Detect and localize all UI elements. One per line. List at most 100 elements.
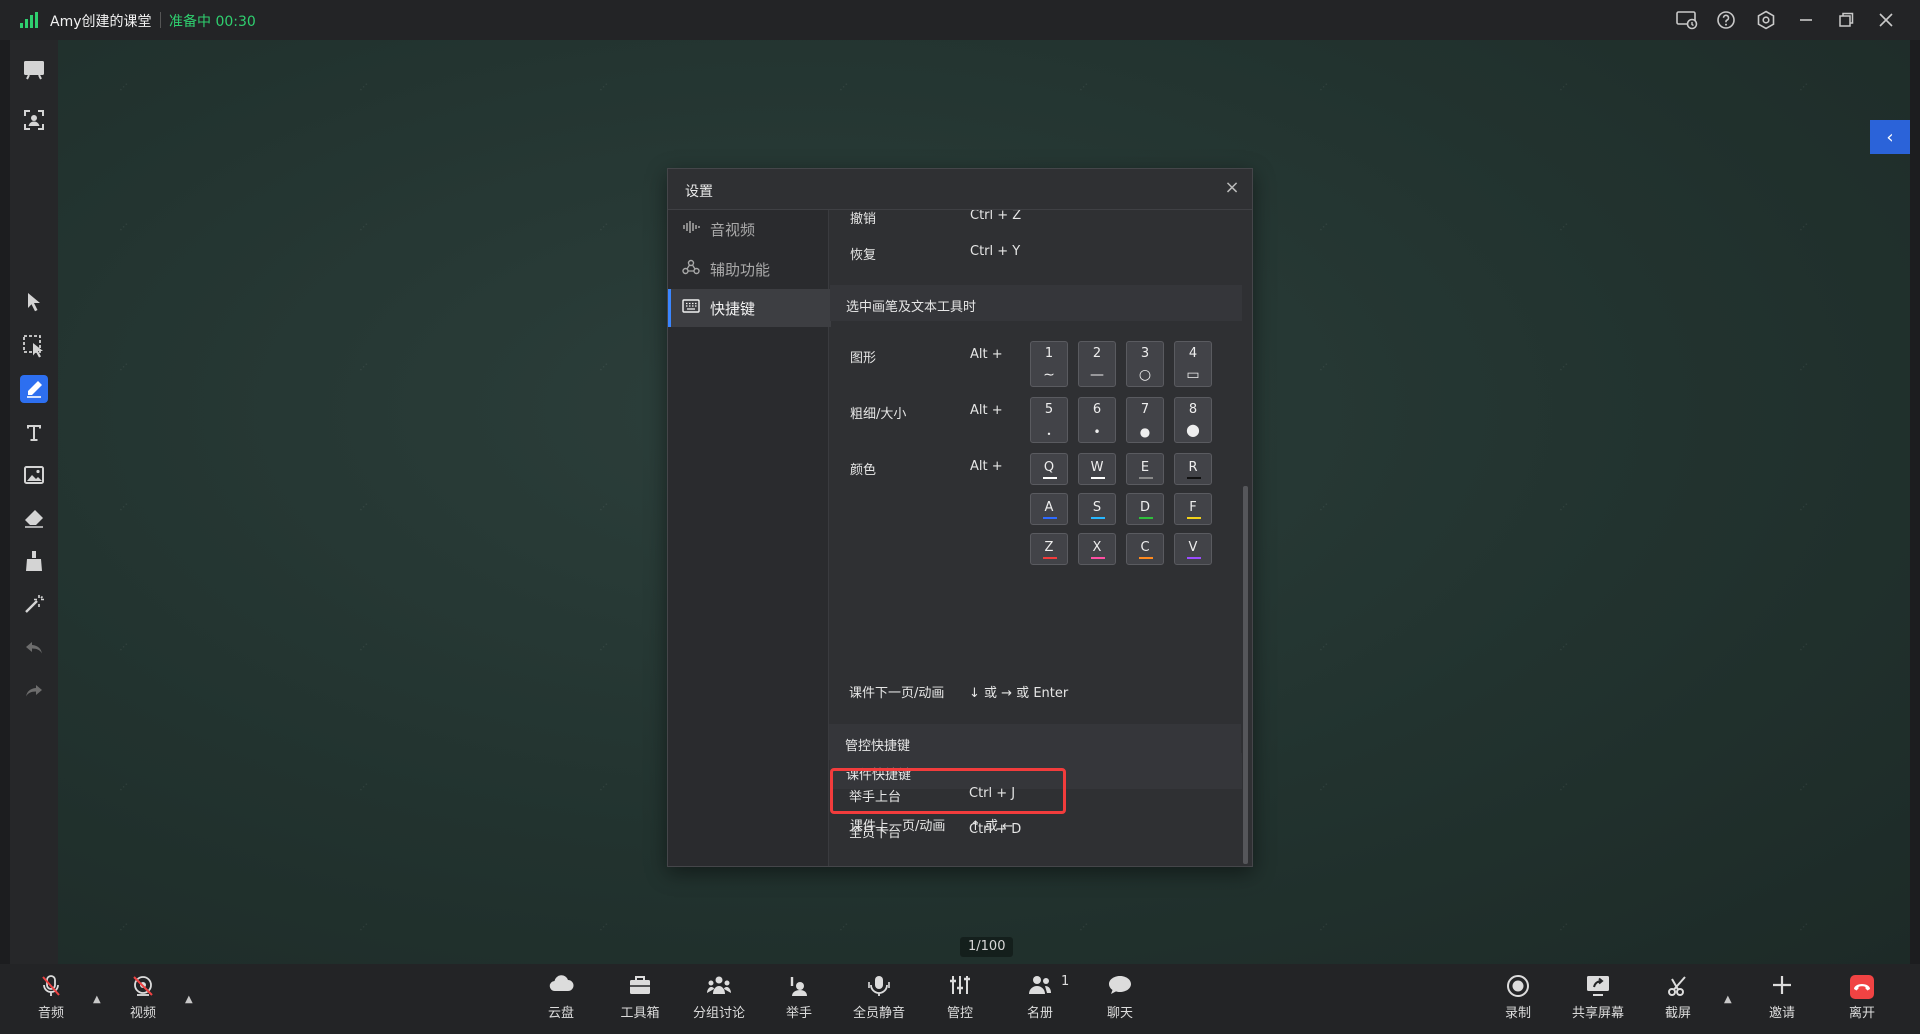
toolbox-icon: [605, 974, 675, 1000]
record-icon: [1483, 974, 1553, 1000]
color-key-d: D: [1126, 493, 1164, 525]
pen-icon[interactable]: [20, 375, 48, 403]
network-signal-icon: [20, 12, 40, 28]
nav-item-accessibility[interactable]: 辅助功能: [668, 250, 828, 288]
toolbox-button[interactable]: 工具箱: [605, 974, 675, 1026]
nav-item-label: 音视频: [710, 220, 756, 239]
button-label: 录制: [1504, 1006, 1531, 1021]
cloud-button[interactable]: 云盘: [526, 974, 596, 1026]
watermark-text: ···: [1794, 778, 1813, 796]
watermark-text: ···: [114, 638, 133, 656]
breakout-button[interactable]: 分组讨论: [684, 974, 754, 1026]
title-bar: Amy创建的课堂 准备中 00:30: [0, 0, 1920, 40]
size-key-8: 8 ●: [1174, 397, 1212, 443]
watermark-text: ···: [1794, 218, 1813, 236]
watermark-text: ···: [834, 78, 853, 96]
select-icon[interactable]: [20, 288, 48, 316]
minimize-icon[interactable]: [1796, 10, 1816, 30]
close-icon[interactable]: ×: [1222, 178, 1242, 198]
watermark-text: ···: [1314, 778, 1333, 796]
button-label: 离开: [1848, 1006, 1875, 1021]
watermark-text: ···: [354, 638, 373, 656]
invite-button[interactable]: 邀请: [1747, 974, 1817, 1026]
control-button[interactable]: 管控: [925, 974, 995, 1026]
nav-item-audio-video[interactable]: 音视频: [668, 210, 828, 248]
area-select-icon[interactable]: [20, 332, 48, 360]
color-key-w: W: [1078, 453, 1116, 485]
shortcut-key: Ctrl + Y: [970, 244, 1021, 259]
watermark-text: ···: [354, 78, 373, 96]
nav-item-shortcuts[interactable]: 快捷键: [668, 289, 831, 327]
clear-icon[interactable]: [20, 547, 48, 575]
watermark-text: ···: [1554, 358, 1573, 376]
watermark-text: ···: [114, 78, 133, 96]
help-icon[interactable]: [1716, 10, 1736, 30]
watermark-text: ···: [354, 498, 373, 516]
watermark-text: ···: [1314, 78, 1333, 96]
image-icon[interactable]: [20, 461, 48, 489]
color-swatch: [1091, 477, 1105, 479]
button-label: 云盘: [547, 1006, 574, 1021]
settings-icon[interactable]: [1756, 10, 1776, 30]
watermark-text: ···: [594, 358, 613, 376]
eraser-icon[interactable]: [20, 504, 48, 532]
section-header: 选中画笔及文本工具时: [830, 285, 1242, 321]
nav-item-label: 快捷键: [710, 299, 756, 318]
video-button[interactable]: 视频: [108, 974, 178, 1026]
record-button[interactable]: 录制: [1483, 974, 1553, 1026]
watermark-text: ···: [1074, 918, 1093, 936]
color-swatch: [1139, 477, 1153, 479]
button-label: 全员静音: [852, 1006, 905, 1021]
button-label: 邀请: [1768, 1006, 1795, 1021]
audio-button[interactable]: 音频: [16, 974, 86, 1026]
shortcut-key: Alt +: [970, 347, 1003, 362]
shortcut-label: 课件下一页/动画: [849, 686, 945, 701]
chat-button[interactable]: 聊天: [1085, 974, 1155, 1026]
text-icon[interactable]: [20, 418, 48, 446]
section-title: 选中画笔及文本工具时: [846, 300, 977, 315]
redo-icon[interactable]: [20, 677, 48, 705]
collapse-panel-button[interactable]: ‹: [1870, 120, 1910, 154]
watermark-text: ···: [834, 918, 853, 936]
accessibility-icon: [680, 259, 702, 279]
member-view-icon[interactable]: [20, 106, 48, 134]
undo-icon[interactable]: [20, 634, 48, 662]
color-key-c: C: [1126, 533, 1164, 565]
mic-muted-icon: [16, 974, 86, 1000]
color-key-q: Q: [1030, 453, 1068, 485]
mute-all-button[interactable]: 全员静音: [844, 974, 914, 1026]
screenshot-options-caret[interactable]: ▲: [1724, 994, 1732, 1005]
watermark-text: ···: [1314, 218, 1333, 236]
button-label: 名册: [1026, 1006, 1053, 1021]
shortcut-key: Ctrl + Z: [970, 210, 1022, 223]
shortcut-label: 恢复: [850, 248, 877, 263]
restore-icon[interactable]: [1836, 10, 1856, 30]
watermark-text: ···: [114, 218, 133, 236]
watermark-text: ···: [1794, 498, 1813, 516]
watermark-text: ···: [1554, 638, 1573, 656]
close-icon[interactable]: [1876, 10, 1896, 30]
shape-key-4: 4 ▭: [1174, 341, 1212, 387]
color-key-x: X: [1078, 533, 1116, 565]
laser-icon[interactable]: [20, 590, 48, 618]
color-swatch: [1043, 557, 1057, 559]
dialog-scrollbar[interactable]: [1243, 486, 1248, 864]
video-options-caret[interactable]: ▲: [185, 994, 193, 1005]
button-label: 聊天: [1106, 1006, 1133, 1021]
title-divider: [160, 12, 161, 28]
raise-hand-button[interactable]: 举手: [764, 974, 834, 1026]
settings-dialog: 设置 × 音视频 辅助功能 快捷键 撤销 Ctrl + Z 恢复 Ctrl + …: [667, 168, 1253, 867]
size-key-5: 5 •: [1030, 397, 1068, 443]
color-key-a: A: [1030, 493, 1068, 525]
audio-options-caret[interactable]: ▲: [93, 994, 101, 1005]
screenshot-button[interactable]: 截屏: [1643, 974, 1713, 1026]
button-label: 工具箱: [620, 1006, 660, 1021]
color-swatch: [1043, 517, 1057, 519]
watermark-text: ···: [1794, 358, 1813, 376]
shortcut-key: Alt +: [970, 459, 1003, 474]
share-screen-button[interactable]: 共享屏幕: [1563, 974, 1633, 1026]
network-check-icon[interactable]: [1676, 10, 1698, 30]
whiteboard-icon[interactable]: [20, 56, 48, 84]
button-label: 管控: [946, 1006, 973, 1021]
leave-button[interactable]: 离开: [1827, 974, 1897, 1026]
